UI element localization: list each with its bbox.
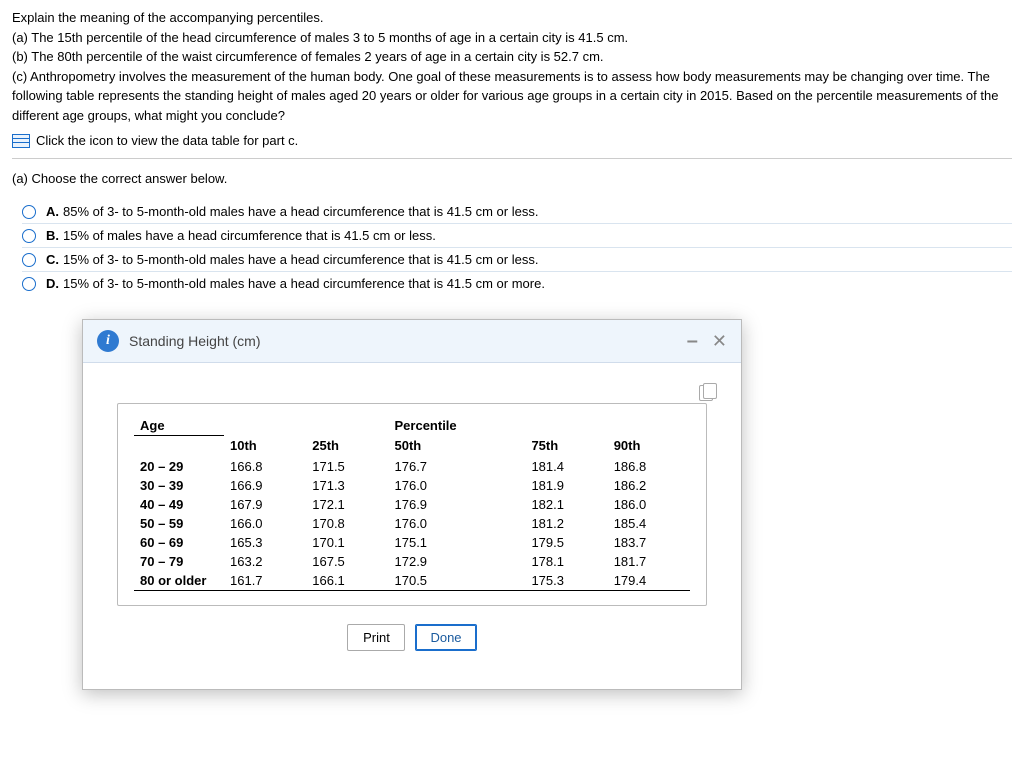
value-cell: 167.5 [306,552,388,571]
value-cell: 175.1 [389,533,526,552]
value-cell: 171.3 [306,476,388,495]
copy-icon[interactable] [699,385,713,401]
choice-list: A.85% of 3- to 5-month-old males have a … [22,200,1012,295]
value-cell: 170.1 [306,533,388,552]
col-10th: 10th [224,436,306,455]
value-cell: 181.2 [525,514,607,533]
radio-d[interactable] [22,277,36,291]
age-cell: 80 or older [134,571,224,591]
age-cell: 30 – 39 [134,476,224,495]
value-cell: 171.5 [306,455,388,476]
close-icon[interactable]: ✕ [712,332,727,350]
table-row: 40 – 49167.9172.1176.9182.1186.0 [134,495,690,514]
choice-b-label: B.15% of males have a head circumference… [46,228,436,243]
value-cell: 185.4 [608,514,690,533]
choice-b-row[interactable]: B.15% of males have a head circumference… [22,224,1012,248]
minimize-icon[interactable]: – [687,331,698,351]
print-button[interactable]: Print [347,624,405,651]
value-cell: 179.4 [608,571,690,591]
value-cell: 186.2 [608,476,690,495]
choice-d-row[interactable]: D.15% of 3- to 5-month-old males have a … [22,272,1012,295]
percentile-header: Percentile [389,416,526,436]
intro-c: (c) Anthropometry involves the measureme… [12,67,1012,126]
modal-title: Standing Height (cm) [129,333,261,349]
radio-b[interactable] [22,229,36,243]
value-cell: 176.9 [389,495,526,514]
value-cell: 166.0 [224,514,306,533]
value-cell: 183.7 [608,533,690,552]
age-cell: 60 – 69 [134,533,224,552]
value-cell: 176.0 [389,514,526,533]
intro-prompt: Explain the meaning of the accompanying … [12,8,1012,28]
value-cell: 178.1 [525,552,607,571]
table-row: 80 or older161.7166.1170.5175.3179.4 [134,571,690,591]
value-cell: 182.1 [525,495,607,514]
radio-a[interactable] [22,205,36,219]
value-cell: 181.7 [608,552,690,571]
click-hint-row: Click the icon to view the data table fo… [12,133,1012,148]
col-50th: 50th [389,436,526,455]
sub-a-prompt: (a) Choose the correct answer below. [12,171,1012,186]
info-icon: i [97,330,119,352]
value-cell: 179.5 [525,533,607,552]
data-table-container: Age Percentile 10th 25th 50th 75th 90th [117,403,707,606]
value-cell: 165.3 [224,533,306,552]
table-row: 70 – 79163.2167.5172.9178.1181.7 [134,552,690,571]
age-cell: 50 – 59 [134,514,224,533]
radio-c[interactable] [22,253,36,267]
age-cell: 20 – 29 [134,455,224,476]
value-cell: 175.3 [525,571,607,591]
col-90th: 90th [608,436,690,455]
value-cell: 166.8 [224,455,306,476]
divider [12,158,1012,159]
table-row: 30 – 39166.9171.3176.0181.9186.2 [134,476,690,495]
modal-footer: Print Done [117,606,707,671]
data-table-modal: i Standing Height (cm) – ✕ Age Percentil… [82,319,742,690]
age-cell: 70 – 79 [134,552,224,571]
value-cell: 161.7 [224,571,306,591]
value-cell: 167.9 [224,495,306,514]
value-cell: 170.5 [389,571,526,591]
choice-c-label: C.15% of 3- to 5-month-old males have a … [46,252,538,267]
done-button[interactable]: Done [415,624,476,651]
intro-b: (b) The 80th percentile of the waist cir… [12,47,1012,67]
value-cell: 172.1 [306,495,388,514]
choice-d-label: D.15% of 3- to 5-month-old males have a … [46,276,545,291]
age-cell: 40 – 49 [134,495,224,514]
value-cell: 181.4 [525,455,607,476]
value-cell: 172.9 [389,552,526,571]
choice-a-label: A.85% of 3- to 5-month-old males have a … [46,204,538,219]
value-cell: 176.7 [389,455,526,476]
value-cell: 163.2 [224,552,306,571]
value-cell: 186.8 [608,455,690,476]
value-cell: 181.9 [525,476,607,495]
data-table-icon[interactable] [12,134,30,148]
choice-a-row[interactable]: A.85% of 3- to 5-month-old males have a … [22,200,1012,224]
value-cell: 186.0 [608,495,690,514]
intro-a: (a) The 15th percentile of the head circ… [12,28,1012,48]
choice-c-row[interactable]: C.15% of 3- to 5-month-old males have a … [22,248,1012,272]
age-header: Age [134,416,224,436]
value-cell: 176.0 [389,476,526,495]
value-cell: 166.9 [224,476,306,495]
table-row: 50 – 59166.0170.8176.0181.2185.4 [134,514,690,533]
data-table: Age Percentile 10th 25th 50th 75th 90th [134,416,690,591]
table-body: 20 – 29166.8171.5176.7181.4186.830 – 391… [134,455,690,591]
col-75th: 75th [525,436,607,455]
table-row: 20 – 29166.8171.5176.7181.4186.8 [134,455,690,476]
question-intro: Explain the meaning of the accompanying … [12,8,1012,125]
value-cell: 166.1 [306,571,388,591]
click-hint-text: Click the icon to view the data table fo… [36,133,298,148]
table-row: 60 – 69165.3170.1175.1179.5183.7 [134,533,690,552]
modal-body: Age Percentile 10th 25th 50th 75th 90th [83,363,741,689]
modal-header: i Standing Height (cm) – ✕ [83,320,741,363]
col-25th: 25th [306,436,388,455]
value-cell: 170.8 [306,514,388,533]
